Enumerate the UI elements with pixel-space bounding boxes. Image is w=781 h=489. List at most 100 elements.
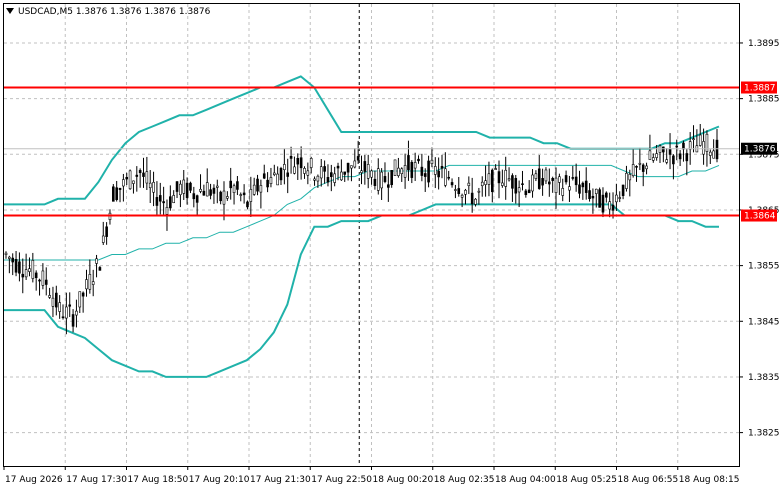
candle-body (591, 195, 595, 199)
candle-body (635, 166, 638, 168)
candle-body (608, 201, 611, 210)
candle-body (511, 175, 514, 189)
candle-body (330, 172, 333, 177)
candle-body (383, 176, 387, 182)
candle-body (38, 279, 41, 282)
candle-body (440, 166, 444, 169)
candle-body (14, 259, 18, 273)
y-tick-label: 1.3845 (748, 317, 780, 327)
candle-body (413, 162, 417, 169)
candle-body (326, 177, 330, 183)
candle-body (68, 304, 72, 307)
candle-body (222, 190, 226, 205)
candle-body (115, 187, 118, 200)
candle-body (685, 153, 689, 162)
candle-body (651, 157, 655, 161)
candle-body (588, 190, 591, 200)
candle-body (95, 258, 98, 264)
candle-body (51, 297, 55, 307)
candle-body (21, 273, 25, 278)
candle-body (215, 185, 219, 188)
candle-body (316, 175, 320, 182)
candle-body (444, 168, 447, 186)
candle-body (427, 160, 430, 183)
candle-body (645, 165, 648, 170)
candle-body (584, 180, 588, 193)
candle-body (88, 274, 92, 290)
candle-body (122, 179, 125, 187)
candle-body (708, 151, 712, 156)
price-chart[interactable]: 1.38951.38851.38751.38651.38551.38451.38… (0, 0, 781, 489)
candle-body (276, 173, 279, 186)
candle-body (360, 170, 363, 173)
candle-body (353, 160, 357, 168)
candle-body (373, 178, 377, 186)
candle-body (551, 178, 554, 181)
candle-body (246, 201, 249, 208)
candle-body (507, 178, 511, 181)
candle-body (239, 194, 243, 196)
level-label: 1.3864 (744, 212, 776, 222)
candle-body (336, 165, 340, 169)
candle-body (571, 177, 575, 179)
candle-body (333, 173, 336, 183)
candle-body (544, 169, 548, 182)
candle-body (8, 256, 11, 259)
candle-body (564, 175, 568, 183)
candle-body (158, 195, 162, 202)
candle-body (279, 168, 283, 181)
candle-body (494, 168, 497, 170)
candle-body (266, 179, 269, 188)
candle-body (58, 302, 61, 312)
candle-body (460, 194, 464, 198)
x-tick-label: 17 Aug 20:10 (189, 475, 250, 485)
candle-body (615, 194, 618, 203)
candle-body (611, 204, 615, 211)
candle-body (601, 194, 605, 213)
candle-body (273, 172, 276, 175)
candle-body (558, 176, 561, 183)
candle-body (655, 153, 658, 158)
candle-body (71, 314, 75, 327)
candle-body (487, 173, 491, 185)
candle-body (366, 164, 370, 179)
candle-body (581, 182, 585, 188)
candle-body (165, 207, 169, 215)
candle-body (269, 177, 273, 184)
candle-body (417, 158, 420, 162)
candle-body (289, 155, 293, 159)
candle-body (219, 191, 222, 202)
candle-body (105, 226, 108, 237)
candle-body (256, 178, 259, 192)
candle-body (712, 150, 715, 159)
candle-body (594, 188, 598, 194)
candle-body (182, 179, 186, 194)
candle-body (259, 185, 263, 193)
candle-body (517, 187, 521, 193)
y-tick-label: 1.3825 (748, 429, 780, 439)
candle-body (715, 139, 719, 160)
candle-body (541, 178, 544, 186)
candle-body (125, 176, 129, 180)
candle-body (437, 170, 440, 178)
candle-body (480, 181, 484, 187)
candle-body (226, 196, 229, 199)
candle-body (91, 281, 95, 285)
candle-body (561, 188, 565, 196)
x-tick-label: 17 Aug 2026 (5, 475, 63, 485)
candle-body (75, 310, 78, 316)
candle-body (350, 165, 353, 169)
candle-body (662, 146, 665, 153)
candle-body (286, 172, 290, 177)
candle-body (175, 181, 179, 192)
candle-body (397, 167, 400, 176)
candle-body (370, 170, 373, 178)
candle-body (702, 141, 705, 155)
candle-body (232, 185, 236, 193)
candle-body (470, 192, 474, 205)
candle-body (407, 155, 410, 171)
candle-body (430, 159, 434, 164)
x-tick-label: 18 Aug 02:35 (434, 475, 495, 485)
candle-body (48, 295, 51, 298)
candle-body (169, 196, 172, 209)
